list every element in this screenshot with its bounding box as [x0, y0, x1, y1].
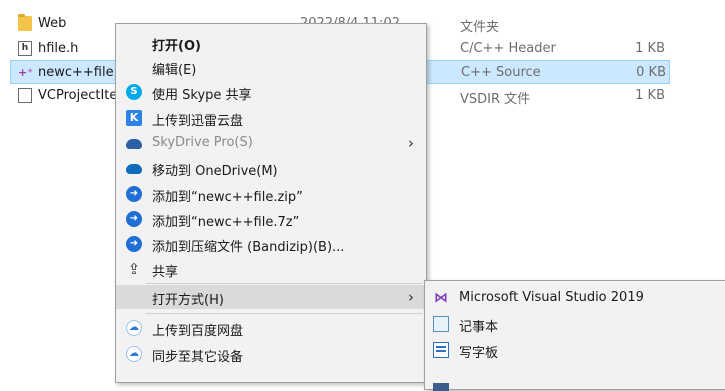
file-type: 文件夹: [460, 20, 500, 35]
menu-item-baidu-upload[interactable]: ☁ 上传到百度网盘: [116, 316, 426, 340]
bandizip-icon: ➜: [126, 236, 142, 252]
menu-item-label: 添加到“newc++file.7z”: [152, 215, 300, 230]
notepad-icon: [433, 316, 449, 332]
file-type: C++ Source: [461, 65, 541, 80]
submenu-item-label: 记事本: [459, 320, 499, 335]
menu-item-label: 添加到“newc++file.zip”: [152, 190, 303, 205]
xunlei-icon: K: [126, 110, 142, 126]
menu-separator: [146, 283, 422, 284]
baidu-netdisk-icon: ☁: [126, 346, 142, 362]
chevron-right-icon: ›: [408, 134, 414, 152]
submenu-item-wordpad[interactable]: 写字板: [425, 337, 725, 363]
bandizip-icon: ➜: [126, 211, 142, 227]
visual-studio-icon: ⋈: [434, 290, 448, 306]
app-icon: [433, 383, 449, 391]
file-name: hfile.h: [38, 41, 79, 56]
document-icon: [18, 88, 32, 103]
cpp-file-icon: +⁺: [18, 66, 34, 79]
cutoff-file-row: [0, 0, 725, 8]
menu-item-sync-devices[interactable]: ☁ 同步至其它设备: [116, 342, 426, 366]
menu-item-label: 打开(O): [152, 39, 201, 54]
open-with-submenu: ⋈ Microsoft Visual Studio 2019 记事本 写字板: [424, 280, 725, 391]
menu-item-open-with[interactable]: 打开方式(H) ›: [116, 285, 426, 309]
menu-item-label: 上传到百度网盘: [152, 324, 244, 339]
share-icon: ⇪: [127, 260, 141, 278]
menu-item-open[interactable]: 打开(O): [116, 31, 426, 55]
file-type: VSDIR 文件: [460, 92, 531, 107]
skydrive-icon: [126, 139, 142, 149]
menu-item-label: 使用 Skype 共享: [152, 88, 252, 103]
menu-item-label: 同步至其它设备: [152, 350, 244, 365]
header-file-icon: h: [18, 41, 32, 56]
bandizip-icon: ➜: [126, 186, 142, 202]
context-menu: 打开(O) 编辑(E) S 使用 Skype 共享 K 上传到迅雷云盘 SkyD…: [115, 23, 427, 383]
menu-item-skydrive-pro[interactable]: SkyDrive Pro(S) ›: [116, 131, 426, 155]
menu-item-label: 共享: [152, 265, 179, 280]
file-size: 1 KB: [635, 88, 665, 103]
baidu-netdisk-icon: ☁: [126, 320, 142, 336]
menu-item-label: SkyDrive Pro(S): [152, 135, 253, 150]
onedrive-icon: [126, 164, 142, 174]
menu-separator: [146, 313, 422, 314]
menu-item-label: 打开方式(H): [152, 293, 224, 308]
menu-item-label: 添加到压缩文件 (Bandizip)(B)...: [152, 240, 345, 255]
menu-item-label: 编辑(E): [152, 63, 197, 78]
file-size: 1 KB: [635, 41, 665, 56]
menu-item-add-archive[interactable]: ➜ 添加到压缩文件 (Bandizip)(B)...: [116, 232, 426, 256]
file-type: C/C++ Header: [460, 41, 556, 56]
file-name: Web: [38, 16, 67, 31]
menu-item-skype-share[interactable]: S 使用 Skype 共享: [116, 80, 426, 104]
submenu-item-visual-studio[interactable]: ⋈ Microsoft Visual Studio 2019: [425, 285, 725, 311]
submenu-item-notepad[interactable]: 记事本: [425, 311, 725, 337]
submenu-item-label: Microsoft Visual Studio 2019: [459, 290, 644, 305]
menu-item-add-7z[interactable]: ➜ 添加到“newc++file.7z”: [116, 207, 426, 231]
submenu-item-label: 写字板: [459, 346, 499, 361]
folder-icon: [18, 14, 32, 31]
chevron-right-icon: ›: [408, 288, 414, 306]
menu-item-share[interactable]: ⇪ 共享: [116, 257, 426, 281]
skype-icon: S: [126, 84, 142, 100]
menu-item-label: 上传到迅雷云盘: [152, 114, 244, 129]
menu-item-move-onedrive[interactable]: 移动到 OneDrive(M): [116, 156, 426, 180]
file-size: 0 KB: [636, 65, 666, 80]
wordpad-icon: [433, 342, 449, 358]
menu-item-edit[interactable]: 编辑(E): [116, 55, 426, 79]
menu-item-label: 移动到 OneDrive(M): [152, 164, 278, 179]
menu-item-add-zip[interactable]: ➜ 添加到“newc++file.zip”: [116, 182, 426, 206]
menu-item-xunlei-upload[interactable]: K 上传到迅雷云盘: [116, 106, 426, 130]
submenu-item-cutoff[interactable]: [425, 363, 725, 391]
